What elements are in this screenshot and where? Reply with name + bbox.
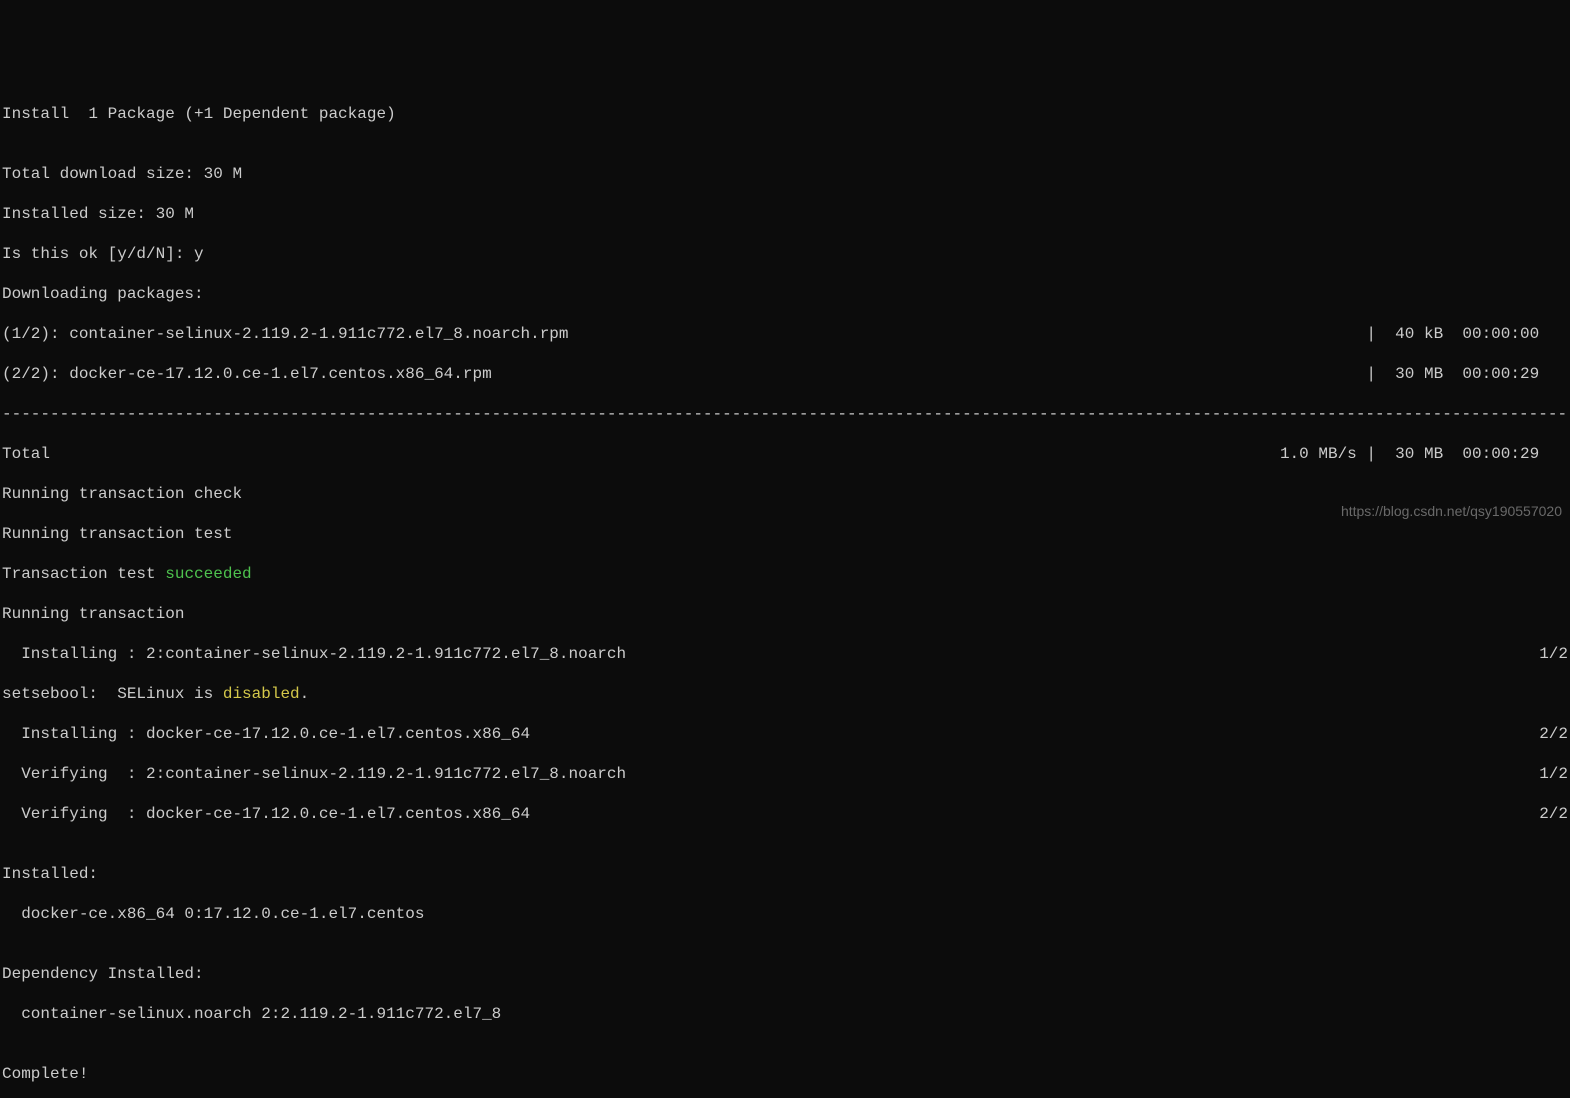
total-stats: 1.0 MB/s | 30 MB 00:00:29: [1280, 444, 1568, 464]
verifying-2: Verifying : docker-ce-17.12.0.ce-1.el7.c…: [2, 804, 1568, 824]
confirm-prompt-line: Is this ok [y/d/N]: y: [2, 244, 1568, 264]
installed-header: Installed:: [2, 864, 1568, 884]
install2-count: 2/2: [1539, 724, 1568, 744]
selinux-line: setsebool: SELinux is disabled.: [2, 684, 1568, 704]
verify2-count: 2/2: [1539, 804, 1568, 824]
pkg2-name: (2/2): docker-ce-17.12.0.ce-1.el7.centos…: [2, 364, 492, 384]
total-line: Total 1.0 MB/s | 30 MB 00:00:29: [2, 444, 1568, 464]
package-download-1: (1/2): container-selinux-2.119.2-1.911c7…: [2, 324, 1568, 344]
selinux-suffix: .: [300, 685, 310, 703]
tx-test-prefix: Transaction test: [2, 565, 165, 583]
install1-name: Installing : 2:container-selinux-2.119.2…: [2, 644, 626, 664]
tx-test-status: succeeded: [165, 565, 251, 583]
dependency-package: container-selinux.noarch 2:2.119.2-1.911…: [2, 1004, 1568, 1024]
total-download-line: Total download size: 30 M: [2, 164, 1568, 184]
verify1-name: Verifying : 2:container-selinux-2.119.2-…: [2, 764, 626, 784]
separator-line: ----------------------------------------…: [2, 404, 1568, 424]
dependency-header: Dependency Installed:: [2, 964, 1568, 984]
downloading-line: Downloading packages:: [2, 284, 1568, 304]
verify1-count: 1/2: [1539, 764, 1568, 784]
pkg2-stats: | 30 MB 00:00:29: [1366, 364, 1568, 384]
pkg1-name: (1/2): container-selinux-2.119.2-1.911c7…: [2, 324, 569, 344]
install1-count: 1/2: [1539, 644, 1568, 664]
complete-line: Complete!: [2, 1064, 1568, 1084]
running-transaction-line: Running transaction: [2, 604, 1568, 624]
total-label: Total: [2, 444, 50, 464]
selinux-status: disabled: [223, 685, 300, 703]
selinux-prefix: setsebool: SELinux is: [2, 685, 223, 703]
running-check-line: Running transaction check: [2, 484, 1568, 504]
verifying-1: Verifying : 2:container-selinux-2.119.2-…: [2, 764, 1568, 784]
terminal-output: Install 1 Package (+1 Dependent package)…: [2, 84, 1568, 1098]
install2-name: Installing : docker-ce-17.12.0.ce-1.el7.…: [2, 724, 530, 744]
install-header-line: Install 1 Package (+1 Dependent package): [2, 104, 1568, 124]
running-test-line: Running transaction test: [2, 524, 1568, 544]
watermark-text: https://blog.csdn.net/qsy190557020: [1341, 501, 1562, 521]
verify2-name: Verifying : docker-ce-17.12.0.ce-1.el7.c…: [2, 804, 530, 824]
transaction-test-line: Transaction test succeeded: [2, 564, 1568, 584]
pkg1-stats: | 40 kB 00:00:00: [1366, 324, 1568, 344]
installing-1: Installing : 2:container-selinux-2.119.2…: [2, 644, 1568, 664]
installed-size-line: Installed size: 30 M: [2, 204, 1568, 224]
installed-package: docker-ce.x86_64 0:17.12.0.ce-1.el7.cent…: [2, 904, 1568, 924]
package-download-2: (2/2): docker-ce-17.12.0.ce-1.el7.centos…: [2, 364, 1568, 384]
installing-2: Installing : docker-ce-17.12.0.ce-1.el7.…: [2, 724, 1568, 744]
